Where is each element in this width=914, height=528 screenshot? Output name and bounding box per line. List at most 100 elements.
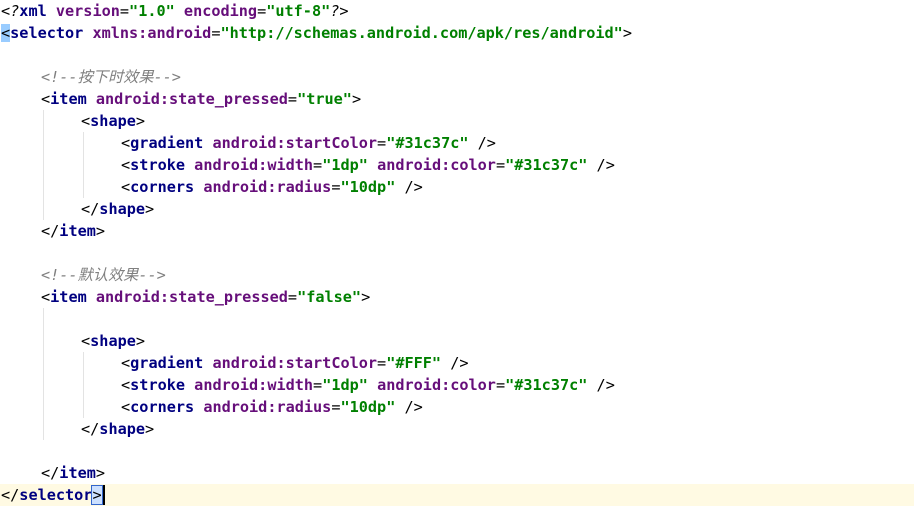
code-token: android:state_pressed	[95, 288, 288, 306]
code-line-content: </shape>	[81, 418, 154, 440]
code-token: "1dp"	[322, 156, 368, 174]
code-token: corners	[130, 398, 204, 416]
code-token: <!--默认效果-->	[41, 266, 166, 284]
code-token: shape	[99, 200, 146, 218]
code-token: "10dp"	[340, 178, 396, 196]
code-token: selector	[10, 24, 93, 42]
code-token: <	[81, 332, 91, 350]
code-token: selector	[19, 486, 93, 504]
code-token: >	[622, 24, 632, 42]
code-token: =	[313, 376, 323, 394]
code-line[interactable]	[0, 242, 914, 264]
code-token: xml	[19, 2, 56, 20]
code-line[interactable]: <?xml version="1.0" encoding="utf-8"?>	[0, 0, 914, 22]
code-token: >	[95, 464, 106, 482]
code-line[interactable]: <stroke android:width="1dp" android:colo…	[0, 374, 914, 396]
code-line-content: <corners android:radius="10dp" />	[121, 176, 423, 198]
code-line[interactable]: <gradient android:startColor="#FFF" />	[0, 352, 914, 374]
code-token: android:width	[194, 376, 314, 394]
code-line[interactable]: <shape>	[0, 110, 914, 132]
code-line[interactable]	[0, 44, 914, 66]
code-line[interactable]: <gradient android:startColor="#31c37c" /…	[0, 132, 914, 154]
code-line[interactable]	[0, 308, 914, 330]
code-line-content: </selector>	[1, 484, 103, 506]
code-token: </	[1, 486, 20, 504]
code-token: android:radius	[203, 178, 332, 196]
code-token: "#31c37c"	[386, 134, 469, 152]
code-line[interactable]: <selector xmlns:android="http://schemas.…	[0, 22, 914, 44]
code-token: <	[121, 134, 131, 152]
code-token: <!--按下时效果-->	[41, 68, 181, 86]
code-token: "1dp"	[322, 376, 368, 394]
code-token: <	[1, 24, 11, 42]
code-token: =	[119, 2, 130, 20]
code-token: <	[121, 178, 131, 196]
code-line[interactable]: <item android:state_pressed="true">	[0, 88, 914, 110]
code-token: />	[395, 398, 423, 416]
code-token: "#31c37c"	[505, 376, 588, 394]
code-token: android:startColor	[212, 134, 378, 152]
code-line[interactable]: </shape>	[0, 198, 914, 220]
code-line-content: </shape>	[81, 198, 154, 220]
code-token: ?>	[330, 2, 349, 20]
code-token: <	[121, 376, 131, 394]
code-line-content: <shape>	[81, 110, 145, 132]
code-token: </	[41, 222, 60, 240]
code-token: =	[377, 354, 387, 372]
code-line[interactable]: <!--按下时效果-->	[0, 66, 914, 88]
code-line-content: <gradient android:startColor="#31c37c" /…	[121, 132, 496, 154]
code-token: android:color	[377, 156, 496, 174]
code-line[interactable]	[0, 440, 914, 462]
code-token: />	[468, 134, 496, 152]
code-token: "false"	[297, 288, 362, 306]
code-token: >	[95, 222, 106, 240]
code-token: shape	[90, 332, 136, 350]
code-token: >	[91, 485, 103, 505]
code-token: </	[81, 420, 100, 438]
code-line-content: <?xml version="1.0" encoding="utf-8"?>	[1, 0, 349, 22]
code-token: <	[81, 112, 91, 130]
code-token: "#FFF"	[386, 354, 442, 372]
code-token: >	[135, 112, 146, 130]
code-token: />	[587, 156, 615, 174]
code-token: />	[587, 376, 615, 394]
code-line-content: <item android:state_pressed="false">	[41, 286, 370, 308]
code-token: </	[41, 464, 60, 482]
code-token: <	[41, 288, 51, 306]
code-token: version	[55, 2, 120, 20]
code-token: "true"	[297, 90, 352, 108]
code-line[interactable]: <!--默认效果-->	[0, 264, 914, 286]
code-token: <	[121, 398, 131, 416]
code-token: <	[121, 156, 131, 174]
code-token: =	[377, 134, 387, 152]
code-line[interactable]: <item android:state_pressed="false">	[0, 286, 914, 308]
code-line-content: <selector xmlns:android="http://schemas.…	[1, 22, 632, 44]
code-line[interactable]: <corners android:radius="10dp" />	[0, 176, 914, 198]
code-line-content: <shape>	[81, 330, 145, 352]
code-editor[interactable]: <?xml version="1.0" encoding="utf-8"?> <s…	[0, 0, 914, 528]
code-line[interactable]: </selector>	[0, 484, 914, 506]
code-token: "http://schemas.android.com/apk/res/andr…	[220, 24, 623, 42]
code-line-content: <item android:state_pressed="true">	[41, 88, 361, 110]
code-line-content: <stroke android:width="1dp" android:colo…	[121, 374, 615, 396]
code-token: "1.0"	[129, 2, 175, 20]
code-token: >	[145, 420, 155, 438]
code-line[interactable]: </item>	[0, 220, 914, 242]
code-token: "#31c37c"	[505, 156, 588, 174]
code-token: =	[287, 288, 298, 306]
code-line[interactable]: </item>	[0, 462, 914, 484]
code-token: item	[50, 90, 96, 108]
code-token: =	[495, 156, 506, 174]
code-token: gradient	[130, 134, 213, 152]
code-line-content: <!--按下时效果-->	[41, 66, 181, 88]
code-line[interactable]: <shape>	[0, 330, 914, 352]
code-token: item	[50, 288, 96, 306]
code-token: shape	[99, 420, 146, 438]
code-line[interactable]: </shape>	[0, 418, 914, 440]
code-token: >	[145, 200, 155, 218]
code-token: stroke	[130, 376, 195, 394]
code-line[interactable]: <corners android:radius="10dp" />	[0, 396, 914, 418]
code-line[interactable]: <stroke android:width="1dp" android:colo…	[0, 154, 914, 176]
